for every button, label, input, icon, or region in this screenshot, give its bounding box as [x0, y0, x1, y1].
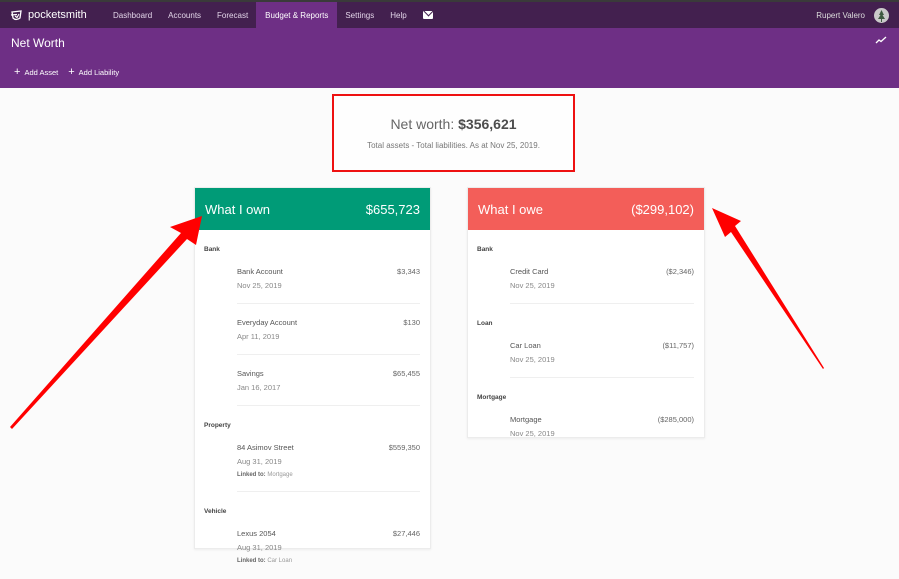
nav-accounts[interactable]: Accounts [160, 2, 209, 28]
account-date: Jan 16, 2017 [237, 383, 281, 392]
account-value: ($285,000) [657, 415, 694, 424]
account-date: Apr 11, 2019 [237, 332, 280, 341]
net-worth-value: $356,621 [458, 116, 517, 132]
liabilities-title: What I owe [478, 201, 544, 217]
linked-to[interactable]: Car Loan [267, 558, 292, 564]
assets-card: What I own $655,723 Bank Bank Account No… [194, 187, 431, 564]
nav-messages[interactable] [415, 2, 441, 28]
liability-group-mortgage: Mortgage Mortgage Nov 25, 2019 ($285,000… [468, 394, 704, 451]
account-date: Nov 25, 2019 [510, 355, 555, 364]
asset-group-property: Property 84 Asimov Street Aug 31, 2019 L… [195, 422, 430, 492]
add-asset-button[interactable]: + Add Asset [14, 67, 58, 78]
linked-label: Linked to: [237, 558, 266, 564]
nav-settings[interactable]: Settings [337, 2, 382, 28]
account-value: $3,343 [397, 267, 420, 276]
arrow-to-what-i-owe [712, 208, 824, 369]
tree-icon [878, 9, 885, 22]
account-date: Aug 31, 2019 [237, 457, 282, 466]
linked-account: Linked to: Mortgage [237, 472, 420, 478]
user-name: Rupert Valero [816, 10, 865, 20]
asset-group-vehicle: Vehicle Lexus 2054 Aug 31, 2019 Linked t… [195, 508, 430, 577]
net-worth-subtitle: Total assets - Total liabilities. As at … [367, 141, 540, 150]
account-row[interactable]: 84 Asimov Street Aug 31, 2019 Linked to:… [237, 443, 420, 492]
asset-group-bank: Bank Bank Account Nov 25, 2019 $3,343 Ev… [195, 246, 430, 406]
account-name: Everyday Account [237, 318, 298, 327]
account-row[interactable]: Mortgage Nov 25, 2019 ($285,000) [510, 415, 694, 451]
user-avatar-icon[interactable] [874, 7, 889, 23]
account-date: Aug 31, 2019 [237, 543, 282, 552]
app-logo[interactable]: pocketsmith [10, 9, 105, 21]
linked-account: Linked to: Car Loan [237, 558, 420, 564]
liabilities-card: What I owe ($299,102) Bank Credit Card N… [467, 187, 705, 438]
account-row[interactable]: Everyday Account Apr 11, 2019 $130 [237, 318, 420, 355]
nav-help[interactable]: Help [382, 2, 414, 28]
account-value: $130 [403, 318, 420, 327]
account-row[interactable]: Car Loan Nov 25, 2019 ($11,757) [510, 341, 694, 378]
assets-title: What I own [205, 201, 271, 217]
nav-dashboard[interactable]: Dashboard [105, 2, 160, 28]
account-row[interactable]: Credit Card Nov 25, 2019 ($2,346) [510, 267, 694, 304]
linked-to[interactable]: Mortgage [267, 472, 292, 478]
account-value: $559,350 [388, 443, 420, 452]
net-worth-heading: Net worth: $356,621 [334, 116, 573, 132]
page-header: Net Worth + Add Asset + Add Liability [0, 28, 899, 88]
liabilities-total: ($299,102) [631, 201, 694, 217]
liability-group-bank: Bank Credit Card Nov 25, 2019 ($2,346) [468, 246, 704, 304]
account-value: $27,446 [392, 529, 420, 538]
net-worth-summary: Net worth: $356,621 Total assets - Total… [332, 94, 575, 172]
plus-icon: + [68, 66, 75, 78]
nav-forecast[interactable]: Forecast [209, 2, 256, 28]
header-actions: + Add Asset + Add Liability [14, 67, 129, 78]
arrow-to-what-i-own [10, 216, 202, 429]
group-label: Loan [477, 320, 493, 327]
account-value: ($11,757) [662, 341, 694, 350]
linked-label: Linked to: [237, 472, 266, 478]
main-nav: Dashboard Accounts Forecast Budget & Rep… [105, 2, 441, 28]
account-row[interactable]: Savings Jan 16, 2017 $65,455 [237, 369, 420, 406]
page-title: Net Worth [11, 36, 65, 50]
account-date: Nov 25, 2019 [237, 281, 282, 290]
group-label: Property [204, 422, 231, 429]
add-liability-label: Add Liability [78, 68, 120, 77]
account-name: Bank Account [237, 267, 283, 276]
add-liability-button[interactable]: + Add Liability [68, 67, 119, 78]
envelope-icon [422, 11, 433, 19]
account-row[interactable]: Lexus 2054 Aug 31, 2019 Linked to: Car L… [237, 529, 420, 577]
account-value: $65,455 [392, 369, 420, 378]
account-date: Nov 25, 2019 [510, 281, 555, 290]
trend-chart-icon[interactable] [875, 36, 887, 44]
add-asset-label: Add Asset [24, 68, 59, 77]
assets-card-header: What I own $655,723 [195, 188, 430, 230]
liability-group-loan: Loan Car Loan Nov 25, 2019 ($11,757) [468, 320, 704, 378]
pocketsmith-logo-icon [10, 9, 22, 20]
nav-budget-reports[interactable]: Budget & Reports [256, 2, 338, 28]
account-date: Nov 25, 2019 [510, 429, 555, 438]
net-worth-label: Net worth: [390, 116, 455, 132]
group-label: Vehicle [204, 508, 227, 515]
group-label: Bank [204, 246, 220, 253]
group-label: Mortgage [477, 394, 507, 401]
account-value: ($2,346) [666, 267, 694, 276]
account-row[interactable]: Bank Account Nov 25, 2019 $3,343 [237, 267, 420, 304]
group-label: Bank [477, 246, 493, 253]
user-menu[interactable]: Rupert Valero [816, 2, 889, 28]
assets-total: $655,723 [365, 201, 420, 217]
plus-icon: + [14, 66, 21, 78]
app-name: pocketsmith [28, 9, 87, 21]
liabilities-card-header: What I owe ($299,102) [468, 188, 704, 230]
top-nav-bar: pocketsmith Dashboard Accounts Forecast … [0, 0, 899, 28]
